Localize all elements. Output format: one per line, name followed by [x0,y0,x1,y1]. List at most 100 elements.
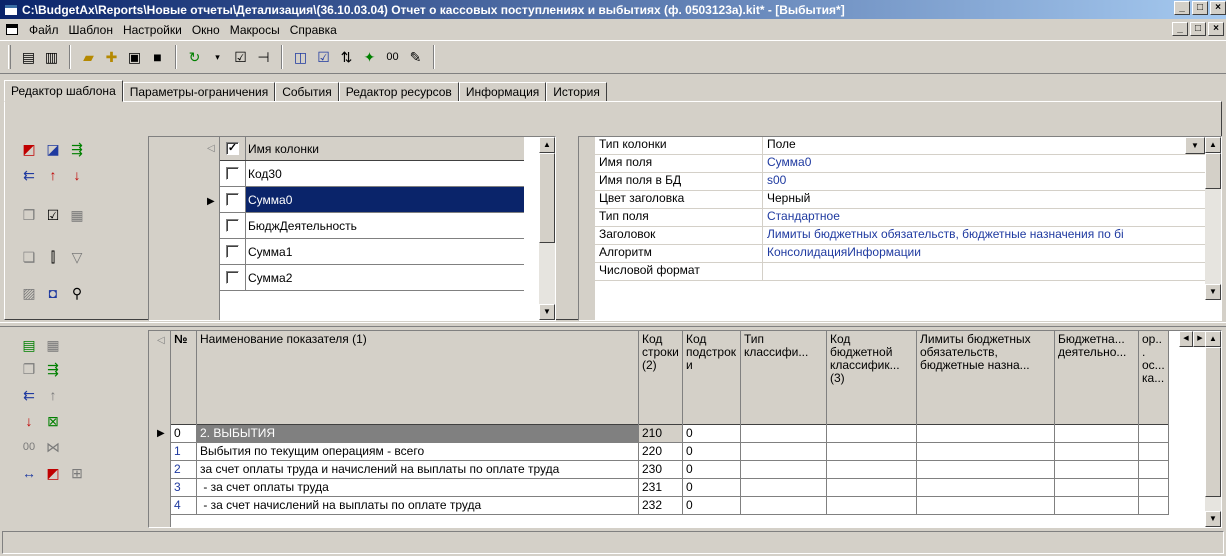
new-report-icon[interactable]: ▤ [17,46,40,69]
scroll-down-button[interactable]: ▼ [1205,511,1221,527]
cell-subrow-code[interactable]: 0 [683,425,741,442]
cell-row-code[interactable]: 210 [639,425,683,442]
cell-empty[interactable] [827,497,917,514]
insert-column-icon[interactable]: ◪ [44,140,62,158]
cell-empty[interactable] [1055,443,1139,460]
edit-grid-icon[interactable]: ▤ [20,336,38,354]
scroll-up-button[interactable]: ▲ [1205,331,1221,347]
cell-row-code[interactable]: 231 [639,479,683,496]
list-item[interactable]: Сумма2 [220,265,524,291]
scroll-up-button[interactable]: ▲ [539,137,555,153]
table-row[interactable]: 0 2. ВЫБЫТИЯ 210 0 [171,425,1169,443]
cell-empty[interactable] [1055,479,1139,496]
property-value[interactable]: Сумма0 [763,155,1205,172]
list-item[interactable]: Код30 [220,161,524,187]
cell-number[interactable]: 4 [171,497,197,514]
table-row[interactable]: 3 - за счет оплаты труда 231 0 [171,479,1169,497]
filter-icon[interactable]: ▽ [68,248,86,266]
scroll-down-button[interactable]: ▼ [1205,284,1221,300]
column-list-scrollbar[interactable]: ▲ ▼ [539,137,555,320]
minimize-button[interactable]: _ [1174,1,1190,15]
scroll-up-button[interactable]: ▲ [1205,137,1221,153]
property-value[interactable]: Поле [763,137,1205,154]
wizard-icon[interactable]: ✎ [404,46,427,69]
menu-macros[interactable]: Макросы [225,23,285,37]
cell-name[interactable]: Выбытия по текущим операциям - всего [197,443,639,460]
cell-subrow-code[interactable]: 0 [683,479,741,496]
property-row[interactable]: Цвет заголовка Черный [595,191,1205,209]
cell-name[interactable]: 2. ВЫБЫТИЯ [197,425,639,442]
tab-template-editor[interactable]: Редактор шаблона [4,80,123,102]
cell-name[interactable]: - за счет начислений на выплаты по оплат… [197,497,639,514]
property-row[interactable]: Алгоритм КонсолидацияИнформации [595,245,1205,263]
cell-name[interactable]: - за счет оплаты труда [197,479,639,496]
cell-row-code[interactable]: 230 [639,461,683,478]
layout-icon[interactable]: ◫ [289,46,312,69]
cell-number[interactable]: 3 [171,479,197,496]
cell-empty[interactable] [917,497,1055,514]
cell-empty[interactable] [827,479,917,496]
cell-subrow-code[interactable]: 0 [683,443,741,460]
header-budget-limits[interactable]: Лимиты бюджетных обязательств, бюджетные… [917,331,1055,425]
row-up-icon[interactable]: ↑ [44,386,62,404]
cell-empty[interactable] [1139,497,1169,514]
copy-format-icon[interactable]: ❏ [20,248,38,266]
cell-empty[interactable] [917,479,1055,496]
cell-row-code[interactable]: 220 [639,443,683,460]
scroll-down-button[interactable]: ▼ [539,304,555,320]
list-item[interactable]: БюджДеятельность [220,213,524,239]
sort-icon[interactable]: ⇅ [335,46,358,69]
open-new-icon[interactable]: ✚ [100,46,123,69]
cell-empty[interactable] [741,461,827,478]
header-row-code[interactable]: Код строки (2) [639,331,683,425]
property-value[interactable]: Лимиты бюджетных обязательств, бюджетные… [763,227,1205,244]
column-width-icon[interactable]: ⫿ [44,248,62,266]
cell-empty[interactable] [827,425,917,442]
property-dropdown-button[interactable]: ▼ [1185,137,1205,154]
indent-left-icon[interactable]: ⇇ [20,386,38,404]
copy-report-icon[interactable]: ▥ [40,46,63,69]
close-button[interactable]: × [1210,1,1226,15]
cell-empty[interactable] [1055,497,1139,514]
menu-template[interactable]: Шаблон [64,23,118,37]
menu-settings[interactable]: Настройки [118,23,187,37]
refresh-icon[interactable]: ↻ [183,46,206,69]
grid-scrollbar[interactable]: ▲ ▼ [1205,331,1221,527]
table-row[interactable]: 1 Выбытия по текущим операциям - всего 2… [171,443,1169,461]
property-row[interactable]: Заголовок Лимиты бюджетных обязательств,… [595,227,1205,245]
cell-number[interactable]: 1 [171,443,197,460]
header-classification-type[interactable]: Тип классифи... [741,331,827,425]
save-as-icon[interactable]: ▣ [123,46,146,69]
cell-empty[interactable] [1139,443,1169,460]
checkbox-icon[interactable]: ☑ [44,206,62,224]
cell-empty[interactable] [827,461,917,478]
cell-empty[interactable] [741,479,827,496]
list-item[interactable]: Сумма1 [220,239,524,265]
cell-name[interactable]: за счет оплаты труда и начислений на вып… [197,461,639,478]
property-row[interactable]: Тип колонки Поле [595,137,1205,155]
tab-parameters[interactable]: Параметры-ограничения [122,82,276,102]
move-row-icon[interactable]: ⇶ [44,360,62,378]
toolbar-grip[interactable] [8,45,11,69]
header-truncated[interactable]: ор... ос... ка... [1139,331,1169,425]
property-value[interactable]: Стандартное [763,209,1205,226]
add-row-icon[interactable]: ◩ [44,464,62,482]
move-column-icon[interactable]: ⇶ [68,140,86,158]
property-row[interactable]: Имя поля в БД s00 [595,173,1205,191]
cell-number[interactable]: 2 [171,461,197,478]
cell-empty[interactable] [1139,425,1169,442]
mdi-minimize-button[interactable]: _ [1172,22,1188,36]
menu-file[interactable]: Файл [24,23,64,37]
column-checkbox[interactable] [226,271,239,284]
cell-empty[interactable] [917,443,1055,460]
cell-empty[interactable] [741,425,827,442]
open-folder-icon[interactable]: ▰ [77,46,100,69]
cell-empty[interactable] [827,443,917,460]
cell-empty[interactable] [1139,479,1169,496]
pin-icon[interactable]: ⊣ [252,46,275,69]
cell-empty[interactable] [1055,461,1139,478]
cell-empty[interactable] [1139,461,1169,478]
expand-icon[interactable]: ↔ [20,464,38,482]
property-grid-scrollbar[interactable]: ▲ ▼ [1205,137,1221,300]
check-icon[interactable]: ☑ [229,46,252,69]
